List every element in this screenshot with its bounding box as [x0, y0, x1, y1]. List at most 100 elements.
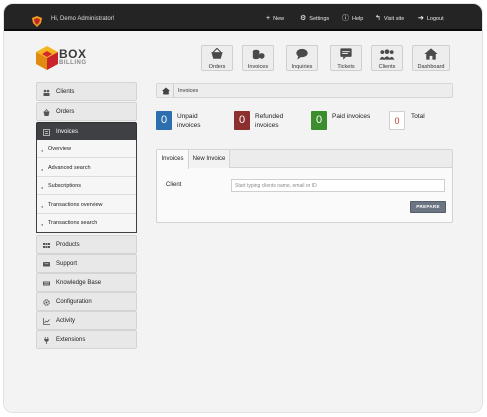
- stat-unpaid-label: Unpaid invoices: [177, 112, 200, 130]
- sidebar-item-label: Knowledge Base: [56, 280, 102, 286]
- bullet-icon: ●: [41, 222, 44, 227]
- submenu-item-transactions-search[interactable]: ● Transactions search: [37, 214, 136, 232]
- topnav-visit-site-label: Visit site: [383, 15, 405, 22]
- users-icon: [379, 49, 395, 60]
- shield-icon: [32, 16, 42, 27]
- quicknav-inquiries[interactable]: Inquiries: [286, 45, 318, 71]
- submenu-item-label: Advanced search: [48, 164, 91, 171]
- basket-icon: [43, 109, 50, 116]
- bullet-icon: ●: [41, 148, 44, 153]
- topnav-new[interactable]: + New: [266, 15, 284, 22]
- greeting-text: Hi, Demo Administrator!: [51, 16, 115, 22]
- boxbilling-logo[interactable]: BOX BILLING: [36, 46, 96, 72]
- quicknav-clients-label: Clients: [378, 64, 396, 70]
- top-bar: Hi, Demo Administrator! + New ⚙ Settings…: [4, 4, 482, 31]
- topnav-new-label: New: [273, 15, 285, 22]
- quicknav-tickets[interactable]: Tickets: [330, 45, 362, 71]
- stat-refunded-label-line1: Refunded: [255, 113, 284, 120]
- breadcrumb-current[interactable]: Invoices: [178, 88, 198, 94]
- topnav-settings[interactable]: ⚙ Settings: [300, 15, 329, 22]
- topnav-visit-site[interactable]: ↰ Visit site: [375, 15, 404, 22]
- sidebar-item-invoices[interactable]: Invoices: [36, 122, 137, 141]
- submenu-item-transactions-overview[interactable]: ● Transactions overview: [37, 196, 136, 214]
- sidebar-item-label: Invoices: [56, 129, 79, 135]
- sidebar-item-label: Activity: [56, 318, 76, 324]
- clients-icon: [43, 89, 50, 96]
- submenu-item-label: Overview: [48, 146, 71, 152]
- quicknav-inquiries-label: Inquiries: [291, 64, 313, 70]
- book-icon: [43, 281, 50, 286]
- sidebar-item-label: Support: [56, 261, 78, 267]
- stat-paid-label: Paid invoices: [332, 112, 370, 121]
- home-icon[interactable]: [162, 87, 170, 95]
- sidebar-item-label: Clients: [56, 89, 75, 95]
- invoices-submenu: ● Overview ● Advanced search ● Subscript…: [36, 140, 137, 233]
- logout-arrow-icon: ➔: [418, 15, 424, 22]
- stat-paid-label-line1: Paid invoices: [332, 113, 371, 120]
- bullet-icon: ●: [41, 166, 44, 172]
- tab-invoices[interactable]: Invoices: [157, 150, 189, 169]
- plus-icon: +: [266, 15, 271, 22]
- sidebar-item-support[interactable]: Support: [36, 254, 137, 273]
- breadcrumb: Invoices: [156, 83, 453, 98]
- topnav-logout[interactable]: ➔ Logout: [418, 15, 444, 22]
- speech-bubble-icon: [296, 48, 308, 60]
- ticket-bubble-icon: [340, 48, 352, 60]
- support-icon: [43, 262, 50, 267]
- stat-refunded-label-line2: invoices: [255, 122, 279, 129]
- panel-tabs: Invoices New Invoice: [157, 150, 452, 169]
- submenu-item-label: Subscriptions: [48, 183, 82, 189]
- sidebar-item-label: Configuration: [56, 299, 92, 305]
- stat-unpaid-count[interactable]: 0: [156, 111, 172, 130]
- house-icon: [424, 48, 438, 60]
- topnav-help-label: Help: [352, 15, 364, 22]
- quicknav-orders[interactable]: Orders: [201, 45, 233, 71]
- quicknav-dashboard[interactable]: Dashboard: [412, 45, 450, 71]
- info-icon: ⓘ: [342, 15, 349, 22]
- sidebar-item-label: Products: [56, 242, 80, 248]
- client-search-input[interactable]: [231, 179, 445, 192]
- invoice-icon: [43, 129, 50, 136]
- bullet-icon: ●: [41, 185, 44, 190]
- sidebar-item-products[interactable]: Products: [36, 235, 137, 254]
- submenu-item-overview[interactable]: ● Overview: [37, 140, 136, 158]
- stat-paid-count[interactable]: 0: [311, 111, 327, 130]
- sidebar-item-clients[interactable]: Clients: [36, 82, 137, 101]
- sidebar-item-configuration[interactable]: Configuration: [36, 292, 137, 311]
- submenu-item-subscriptions[interactable]: ● Subscriptions: [37, 177, 136, 195]
- logo-word-billing: BILLING: [59, 60, 87, 66]
- topnav-logout-label: Logout: [426, 15, 444, 22]
- breadcrumb-separator: [173, 84, 174, 97]
- cube-logo-icon: [36, 46, 58, 70]
- sidebar-item-extensions[interactable]: Extensions: [36, 330, 137, 349]
- topnav-settings-label: Settings: [309, 15, 330, 22]
- gear-icon: ⚙: [300, 15, 307, 22]
- quicknav-tickets-label: Tickets: [337, 64, 355, 70]
- quicknav-orders-label: Orders: [208, 64, 226, 70]
- bullet-icon: ●: [41, 203, 44, 209]
- quicknav-clients[interactable]: Clients: [371, 45, 403, 71]
- tab-new-invoice[interactable]: New Invoice: [189, 150, 230, 168]
- quicknav-invoices-label: Invoices: [247, 64, 269, 70]
- logo-word-box: BOX: [59, 47, 87, 61]
- quicknav-invoices[interactable]: Invoices: [242, 45, 274, 71]
- client-field-label: Client: [166, 182, 182, 188]
- submenu-item-advanced-search[interactable]: ● Advanced search: [37, 159, 136, 177]
- sidebar-item-knowledge-base[interactable]: Knowledge Base: [36, 273, 137, 292]
- topnav-help[interactable]: ⓘ Help: [342, 15, 363, 22]
- stat-total-label: Total: [411, 112, 425, 121]
- stat-refunded-count[interactable]: 0: [234, 111, 250, 130]
- sidebar-item-label: Orders: [56, 109, 75, 115]
- prepare-button[interactable]: PREPARE: [410, 201, 446, 213]
- products-icon: [43, 243, 50, 248]
- arrow-return-icon: ↰: [375, 15, 381, 22]
- invoice-panel: Invoices New Invoice Client PREPARE: [156, 149, 453, 223]
- stat-total-count[interactable]: 0: [389, 111, 405, 130]
- sidebar-item-orders[interactable]: Orders: [36, 102, 137, 121]
- sidebar-item-label: Extensions: [56, 337, 86, 343]
- chart-icon: [43, 318, 50, 325]
- basket-icon: [211, 48, 223, 59]
- sidebar-item-activity[interactable]: Activity: [36, 311, 137, 330]
- coins-icon: [252, 49, 265, 60]
- gear-icon: [43, 299, 50, 306]
